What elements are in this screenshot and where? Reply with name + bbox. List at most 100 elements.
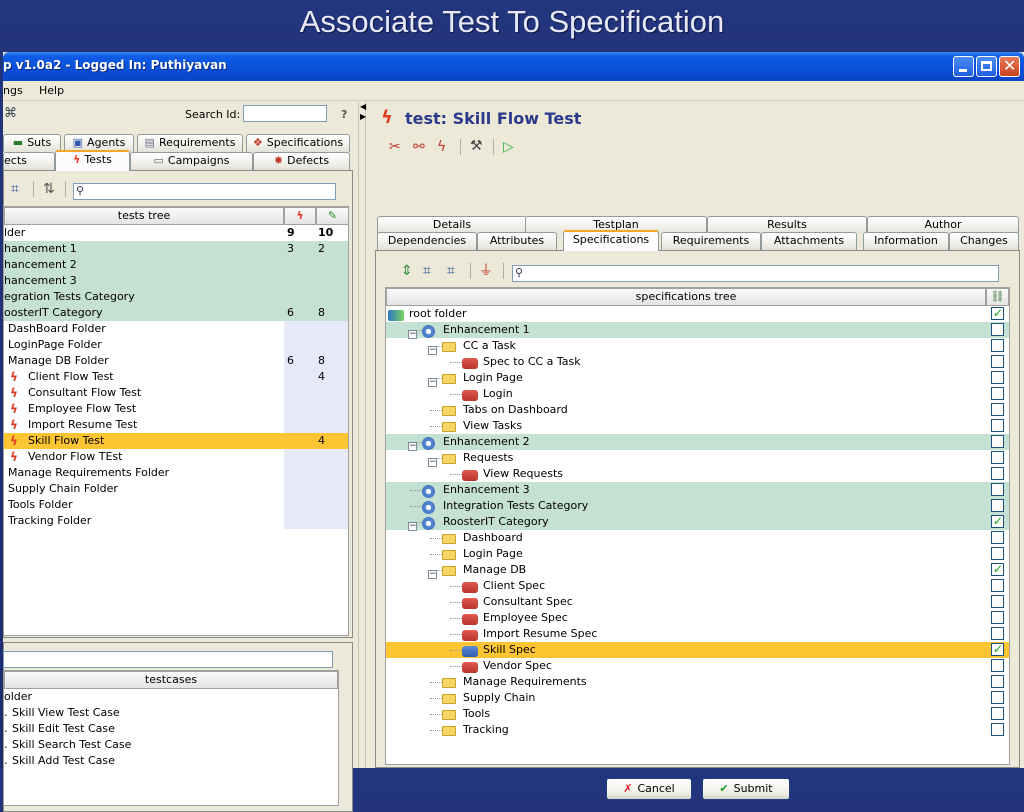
associate-checkbox[interactable] [991,451,1004,464]
spec-tree-row[interactable]: Supply Chain [386,690,1009,706]
spec-tree-row[interactable]: View Tasks [386,418,1009,434]
testcase-row[interactable]: . Skill Search Test Case [4,737,334,753]
spec-tree-row[interactable]: − RoosterIT Category [386,513,1009,531]
associate-checkbox[interactable] [991,627,1004,640]
collapse-right-icon[interactable]: ▶ [360,112,366,121]
specifications-tree-header[interactable]: specifications tree [386,288,986,306]
close-button[interactable]: ✕ [999,56,1020,77]
submit-button[interactable]: ✔ Submit [702,778,790,800]
associate-checkbox[interactable] [991,595,1004,608]
spec-tree-row[interactable]: Import Resume Spec [386,626,1009,642]
associate-checkbox[interactable] [991,419,1004,432]
spec-tree-row[interactable]: − Requests [386,450,1009,467]
collapse-all-icon[interactable]: ⌗ [447,264,455,278]
tab-specifications-active[interactable]: Specifications [563,230,659,251]
spec-tree-row[interactable]: − Manage DB [386,561,1009,579]
spec-tree-row[interactable]: Enhancement 3 [386,482,1009,498]
tests-tree-row[interactable]: DashBoard Folder [4,321,348,337]
tests-tree-row[interactable]: ϟ Skill Flow Test 4 [4,433,348,449]
tab-defects[interactable]: ✸ Defects [253,152,350,170]
tab-requirements[interactable]: ▤ Requirements [137,134,243,152]
spec-tree-row[interactable]: − Enhancement 2 [386,434,1009,451]
associate-checkbox[interactable] [991,323,1004,336]
spec-tree-row[interactable]: − Enhancement 1 [386,322,1009,339]
associate-checkbox[interactable] [991,467,1004,480]
testcase-row[interactable]: older [4,689,334,705]
test-count-header[interactable]: ϟ [284,207,316,225]
associate-checkbox[interactable] [991,641,1004,657]
spec-tree-row[interactable]: Client Spec [386,578,1009,594]
spec-tree-row[interactable]: Integration Tests Category [386,498,1009,514]
tab-requirements-right[interactable]: Requirements [661,232,761,250]
tests-tree-row[interactable]: Manage Requirements Folder [4,465,348,481]
associate-checkbox[interactable] [991,435,1004,448]
spec-tree-row[interactable]: Dashboard [386,530,1009,546]
testcases-header[interactable]: testcases [4,671,338,689]
collapse-left-icon[interactable]: ◀ [360,102,366,111]
associate-checkbox[interactable] [991,659,1004,672]
tests-tree-row[interactable]: Supply Chain Folder [4,481,348,497]
run-icon[interactable]: ▷ [503,140,514,154]
spec-tree-row[interactable]: Vendor Spec [386,658,1009,674]
associate-checkbox[interactable] [991,611,1004,624]
sort-icon[interactable]: ⇕ [401,264,413,278]
spec-tree-row[interactable]: − Login Page [386,370,1009,387]
tools-icon[interactable]: ⌘ [4,107,17,121]
tests-tree-row[interactable]: Tools Folder [4,497,348,513]
associate-checkbox[interactable] [991,707,1004,720]
testcase-row[interactable]: . Skill Edit Test Case [4,721,334,737]
associate-checkbox[interactable] [991,561,1004,577]
spec-tree-row[interactable]: Employee Spec [386,610,1009,626]
wand-icon[interactable]: ⚒ [470,139,483,153]
testcases-filter-input[interactable] [3,651,333,668]
tests-tree-row[interactable]: hancement 1 3 2 [4,241,348,257]
tab-attachments[interactable]: Attachments [761,232,857,250]
testcase-row[interactable]: . Skill View Test Case [4,705,334,721]
spec-tree-row[interactable]: Spec to CC a Task [386,354,1009,370]
spec-tree-row[interactable]: Login [386,386,1009,402]
tests-tree-row[interactable]: ϟ Vendor Flow TEst [4,449,348,465]
splitter[interactable]: ◀ ▶ [358,102,366,768]
minimize-button[interactable] [953,56,974,77]
spec-tree-row[interactable]: Tools [386,706,1009,722]
associate-checkbox[interactable] [991,339,1004,352]
tests-tree-row[interactable]: LoginPage Folder [4,337,348,353]
expand-all-icon[interactable]: ⌗ [423,264,431,278]
spec-tree-row[interactable]: View Requests [386,466,1009,482]
tab-campaigns[interactable]: ▭ Campaigns [130,152,253,170]
tests-tree-header[interactable]: tests tree [4,207,284,225]
maximize-button[interactable] [976,56,997,77]
cancel-button[interactable]: ✗ Cancel [606,778,692,800]
tab-changes[interactable]: Changes [949,232,1019,250]
tab-specifications[interactable]: ❖ Specifications [246,134,350,152]
associate-checkbox[interactable] [991,691,1004,704]
spec-tree-row[interactable]: Consultant Spec [386,594,1009,610]
tab-defects-partial[interactable]: ects [3,152,55,170]
spec-tree-row[interactable]: Tracking [386,722,1009,738]
testcase-row[interactable]: . Skill Add Test Case [4,753,334,769]
tab-tests[interactable]: ϟ Tests [55,150,130,171]
tab-suts[interactable]: ▬ Suts [3,134,61,152]
tests-filter-input[interactable]: ⚲ [73,183,336,200]
associate-checkbox[interactable] [991,403,1004,416]
tests-tree-row[interactable]: egration Tests Category [4,289,348,305]
tests-tree-row[interactable]: ϟ Employee Flow Test [4,401,348,417]
testcase-count-header[interactable]: ✎ [316,207,349,225]
filter-icon[interactable]: ⏚ [479,264,493,278]
link-column-header[interactable]: ⛓ [986,288,1009,306]
associate-checkbox[interactable] [991,579,1004,592]
spec-tree-row[interactable]: Login Page [386,546,1009,562]
tests-tree-row[interactable]: Manage DB Folder 6 8 [4,353,348,369]
menu-settings[interactable]: ngs [3,84,23,97]
associate-checkbox[interactable] [991,513,1004,529]
spec-tree-row[interactable]: Manage Requirements [386,674,1009,690]
spec-tree-row[interactable]: Tabs on Dashboard [386,402,1009,418]
tests-tree-row[interactable]: ϟ Import Resume Test [4,417,348,433]
associate-checkbox[interactable] [991,531,1004,544]
associate-checkbox[interactable] [991,675,1004,688]
tests-tree-row[interactable]: hancement 3 [4,273,348,289]
tab-dependencies[interactable]: Dependencies [377,232,477,250]
delete-link-icon[interactable]: ✂ [389,140,401,154]
associate-checkbox[interactable] [991,499,1004,512]
associate-checkbox[interactable] [991,387,1004,400]
